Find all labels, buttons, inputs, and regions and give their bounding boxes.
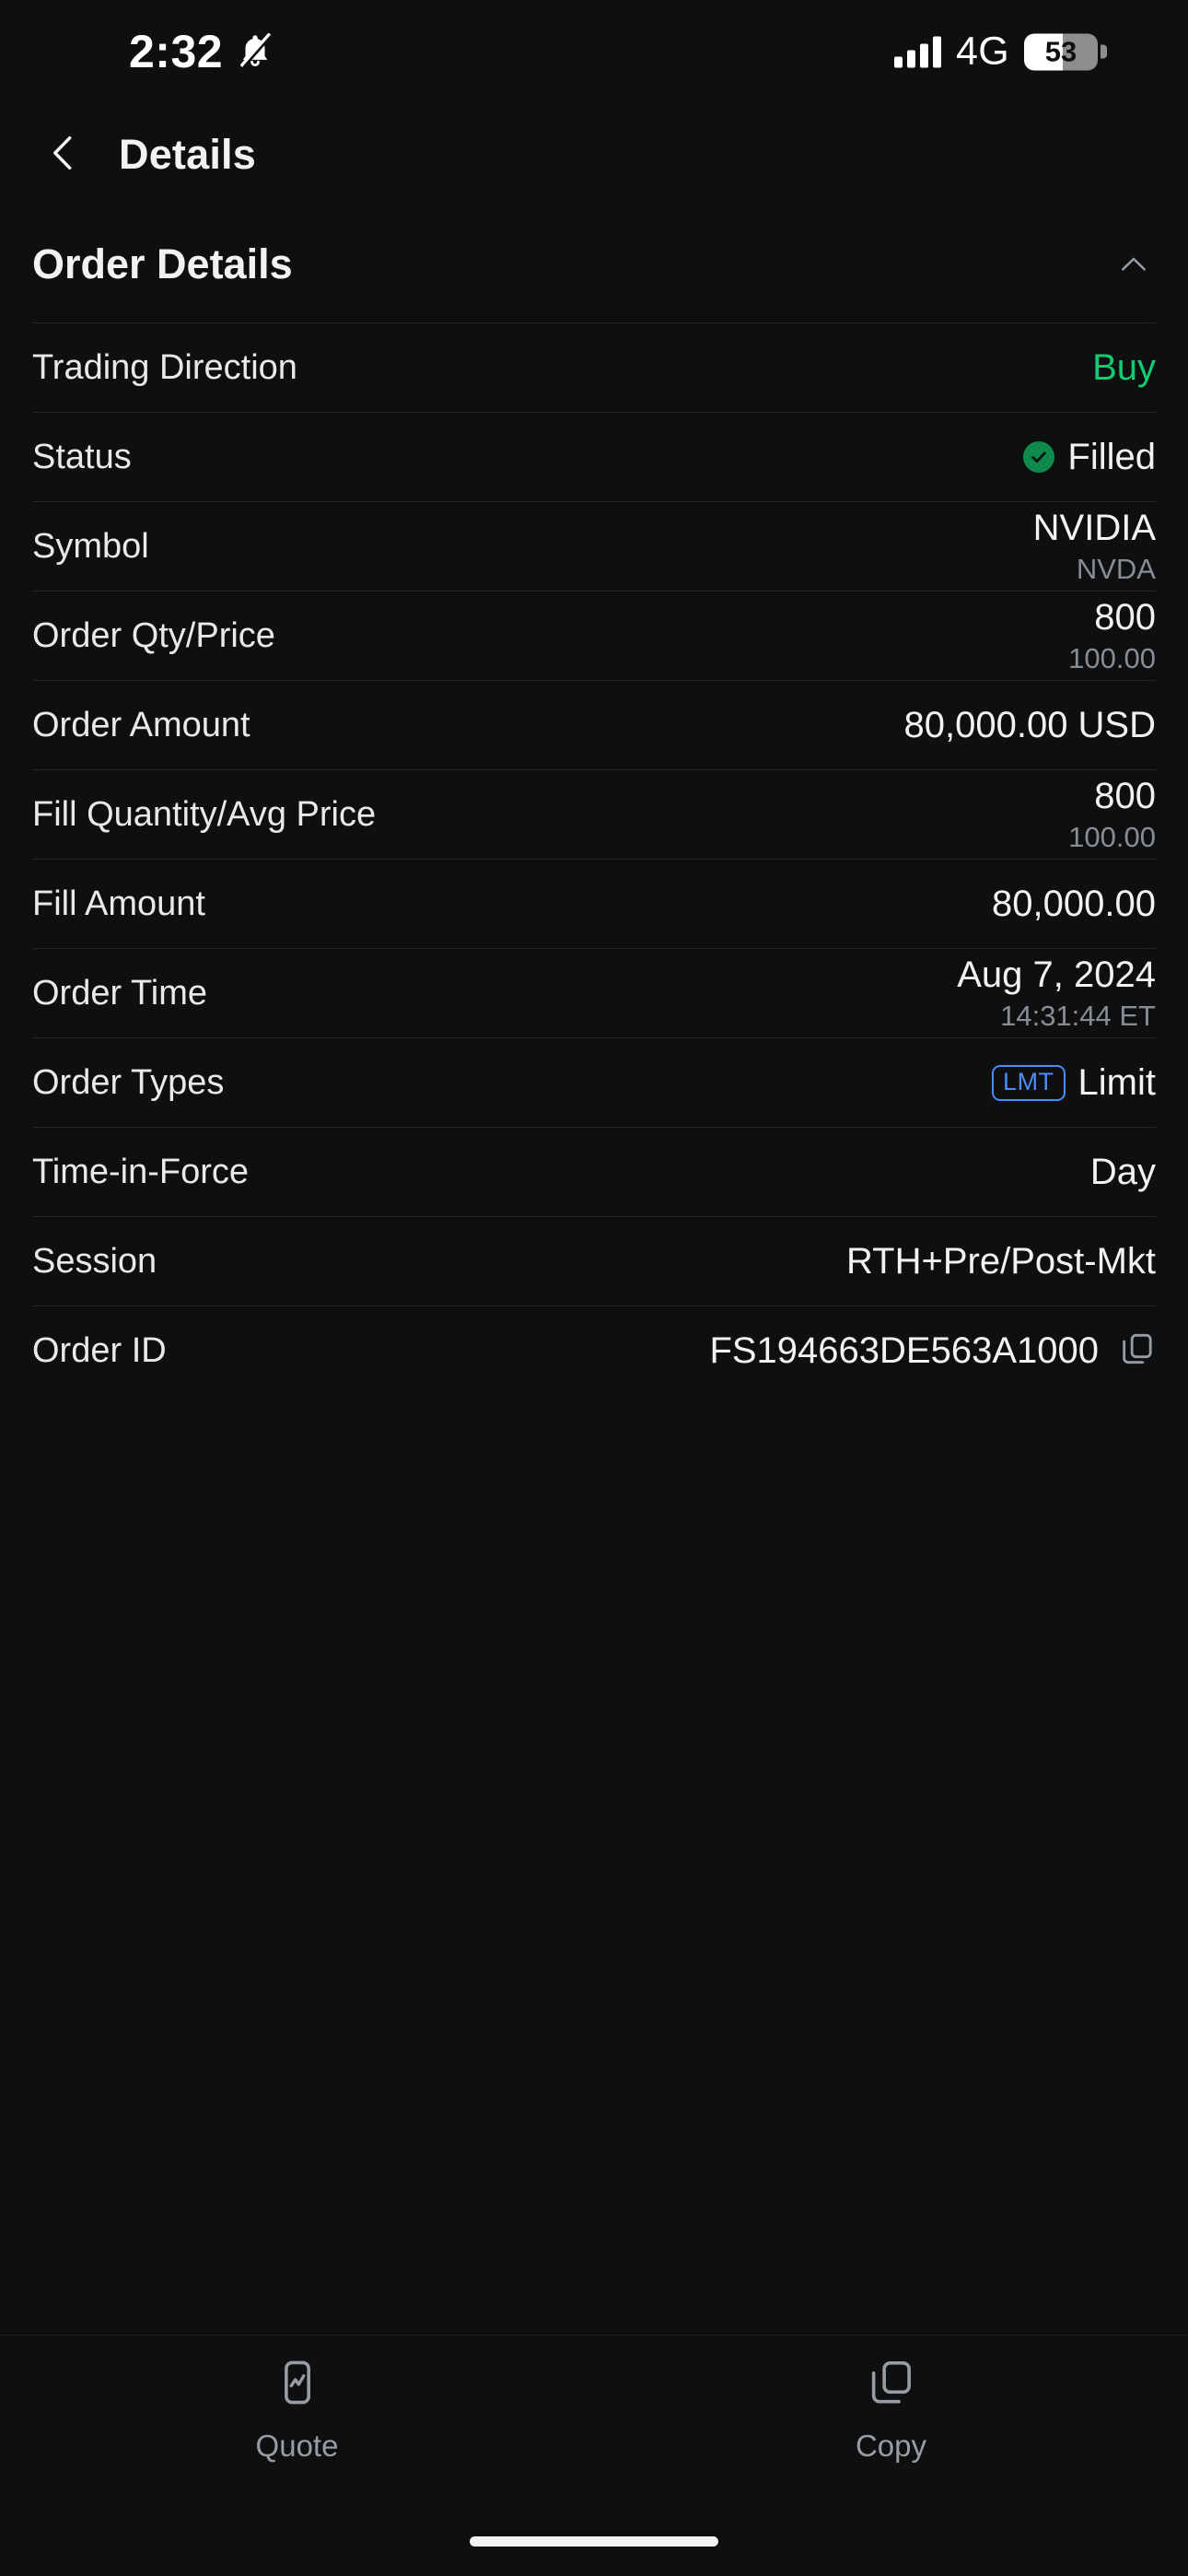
order-details-screen: 2:32 4G 53 Details Order Details Trading… <box>0 0 1188 2576</box>
bottom-action-bar: Quote Copy <box>0 2335 1188 2506</box>
tab-quote-label: Quote <box>255 2429 339 2463</box>
table-row: Order ID FS194663DE563A1000 <box>32 1306 1156 1395</box>
copy-icon[interactable] <box>1119 1330 1156 1372</box>
table-row: Order Qty/Price 800 100.00 <box>32 591 1156 680</box>
order-qty-price-group: 800 100.00 <box>1068 597 1156 675</box>
limit-type-badge: LMT <box>992 1064 1066 1101</box>
network-type-label: 4G <box>956 29 1009 74</box>
order-type-group: LMT Limit <box>992 1062 1156 1104</box>
tab-copy-label: Copy <box>855 2429 927 2463</box>
quote-chart-icon <box>273 2358 322 2412</box>
order-time-group: Aug 7, 2024 14:31:44 ET <box>957 954 1156 1033</box>
table-row: Time-in-Force Day <box>32 1127 1156 1216</box>
row-label: Order Time <box>32 973 208 1013</box>
battery-percent-label: 53 <box>1044 35 1077 68</box>
status-bar-left: 2:32 <box>129 29 274 75</box>
tab-quote[interactable]: Quote <box>0 2358 594 2464</box>
row-label: Session <box>32 1241 157 1281</box>
order-details-section-header[interactable]: Order Details <box>32 206 1156 322</box>
symbol-ticker: NVDA <box>1076 552 1156 585</box>
navigation-bar: Details <box>0 103 1188 206</box>
table-row: Fill Quantity/Avg Price 800 100.00 <box>32 769 1156 859</box>
table-row: Fill Amount 80,000.00 <box>32 859 1156 948</box>
row-label: Status <box>32 437 132 476</box>
trading-direction-value: Buy <box>1092 346 1156 388</box>
chevron-up-icon[interactable] <box>1112 242 1156 287</box>
status-badge: Filled <box>1023 437 1156 478</box>
fill-amount-value: 80,000.00 <box>992 883 1156 924</box>
table-row: Symbol NVIDIA NVDA <box>32 501 1156 591</box>
fill-qty-price-group: 800 100.00 <box>1068 776 1156 854</box>
order-details-list: Order Details Trading Direction Buy Stat… <box>0 206 1188 2335</box>
fill-qty: 800 <box>1094 775 1156 816</box>
order-type-value: Limit <box>1077 1061 1156 1103</box>
home-indicator-area <box>0 2506 1188 2576</box>
section-title: Order Details <box>32 240 293 287</box>
cellular-signal-icon <box>894 36 942 67</box>
row-label: Time-in-Force <box>32 1152 250 1191</box>
symbol-name: NVIDIA <box>1032 507 1156 548</box>
table-row: Order Types LMT Limit <box>32 1037 1156 1127</box>
table-row: Session RTH+Pre/Post-Mkt <box>32 1216 1156 1306</box>
order-id-value: FS194663DE563A1000 <box>709 1329 1099 1371</box>
table-row: Status Filled <box>32 412 1156 501</box>
status-bar-right: 4G 53 <box>894 29 1107 74</box>
home-indicator[interactable] <box>470 2535 718 2547</box>
status-bar-clock: 2:32 <box>129 26 224 77</box>
table-row: Order Amount 80,000.00 USD <box>32 680 1156 769</box>
order-qty: 800 <box>1094 596 1156 638</box>
chevron-left-icon <box>42 132 85 179</box>
row-label: Fill Quantity/Avg Price <box>32 794 377 834</box>
order-date: Aug 7, 2024 <box>957 954 1156 995</box>
row-label: Order Amount <box>32 705 250 744</box>
row-label: Order ID <box>32 1330 167 1370</box>
row-label: Order Types <box>32 1062 225 1102</box>
session-value: RTH+Pre/Post-Mkt <box>846 1240 1156 1282</box>
row-label: Order Qty/Price <box>32 615 275 655</box>
table-row: Trading Direction Buy <box>32 322 1156 412</box>
row-label: Trading Direction <box>32 347 297 387</box>
table-row: Order Time Aug 7, 2024 14:31:44 ET <box>32 948 1156 1037</box>
status-bar: 2:32 4G 53 <box>0 0 1188 103</box>
symbol-value-group: NVIDIA NVDA <box>1033 508 1156 586</box>
copy-icon <box>867 2358 916 2412</box>
order-clock-time: 14:31:44 ET <box>1000 999 1156 1032</box>
tab-copy[interactable]: Copy <box>594 2358 1188 2464</box>
fill-avg-price: 100.00 <box>1068 820 1156 853</box>
order-amount-value: 80,000.00 USD <box>903 704 1156 745</box>
time-in-force-value: Day <box>1089 1151 1156 1192</box>
bell-slash-icon <box>236 30 274 74</box>
row-label: Symbol <box>32 526 149 566</box>
back-button[interactable] <box>31 123 96 187</box>
order-price: 100.00 <box>1068 641 1156 674</box>
battery-icon: 53 <box>1024 33 1107 70</box>
order-id-group: FS194663DE563A1000 <box>709 1330 1156 1372</box>
page-title: Details <box>119 131 256 178</box>
row-label: Fill Amount <box>32 884 205 923</box>
status-value: Filled <box>1067 436 1156 477</box>
check-circle-icon <box>1023 441 1055 473</box>
